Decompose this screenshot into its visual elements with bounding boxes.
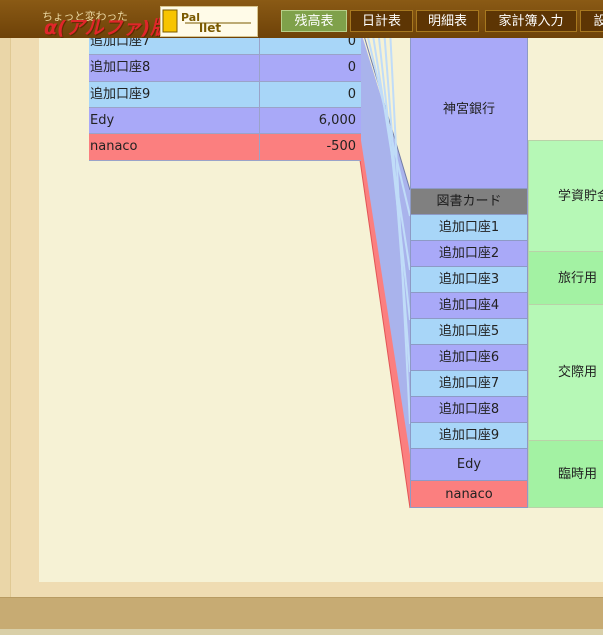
tab-1[interactable]: 日計表 — [350, 10, 413, 32]
account-value: 0 — [347, 60, 356, 75]
account-row[interactable]: 追加口座9 0 — [89, 82, 361, 108]
account-name: Edy — [89, 108, 260, 133]
window-bottom-edge — [0, 629, 603, 635]
middle-account-cell[interactable]: 追加口座3 — [410, 267, 528, 293]
savings-cell[interactable]: 旅行用 — [528, 252, 603, 305]
account-name: nanaco — [89, 134, 260, 160]
middle-account-cell[interactable]: 追加口座6 — [410, 345, 528, 371]
savings-cell[interactable]: 学資貯金 — [528, 141, 603, 252]
account-value: 6,000 — [318, 113, 356, 128]
savings-cell[interactable]: 交際用 — [528, 305, 603, 441]
tab-4[interactable]: 設 — [580, 10, 603, 32]
account-row[interactable]: 追加口座8 0 — [89, 55, 361, 82]
middle-account-cell[interactable]: nanaco — [410, 481, 528, 508]
tab-0[interactable]: 残高表 — [281, 10, 347, 32]
app-header: ちょっと変わった α(アルファ)版 Pal llet 残高表 日計表 明細表 家計簿入… — [0, 0, 603, 39]
middle-account-cell[interactable]: 追加口座5 — [410, 319, 528, 345]
savings-cell — [528, 30, 603, 141]
svg-text:Pal: Pal — [181, 11, 200, 24]
tab-3[interactable]: 家計簿入力 — [485, 10, 577, 32]
account-name: 追加口座8 — [89, 55, 260, 81]
middle-account-cell[interactable]: 追加口座7 — [410, 371, 528, 397]
middle-account-cell[interactable]: 追加口座1 — [410, 215, 528, 241]
account-value: -500 — [326, 139, 356, 154]
middle-account-cell[interactable]: 追加口座2 — [410, 241, 528, 267]
logo-alpha: α(アルファ)版 — [44, 17, 170, 39]
middle-account-cell[interactable]: 追加口座9 — [410, 423, 528, 449]
middle-account-cell[interactable]: 図書カード — [410, 189, 528, 215]
middle-account-cell[interactable]: 神宮銀行 — [410, 30, 528, 189]
middle-account-cell[interactable]: 追加口座8 — [410, 397, 528, 423]
account-value: 0 — [347, 87, 356, 102]
footer-band — [0, 597, 603, 630]
account-name: 追加口座9 — [89, 82, 260, 107]
middle-account-cell[interactable]: 追加口座4 — [410, 293, 528, 319]
account-row[interactable]: nanaco -500 — [89, 134, 361, 161]
savings-cell[interactable]: 臨時用 — [528, 441, 603, 508]
pallet-logo[interactable]: Pal llet — [160, 6, 258, 37]
tab-2[interactable]: 明細表 — [416, 10, 479, 32]
middle-account-cell[interactable]: Edy — [410, 449, 528, 481]
account-row[interactable]: Edy 6,000 — [89, 108, 361, 134]
